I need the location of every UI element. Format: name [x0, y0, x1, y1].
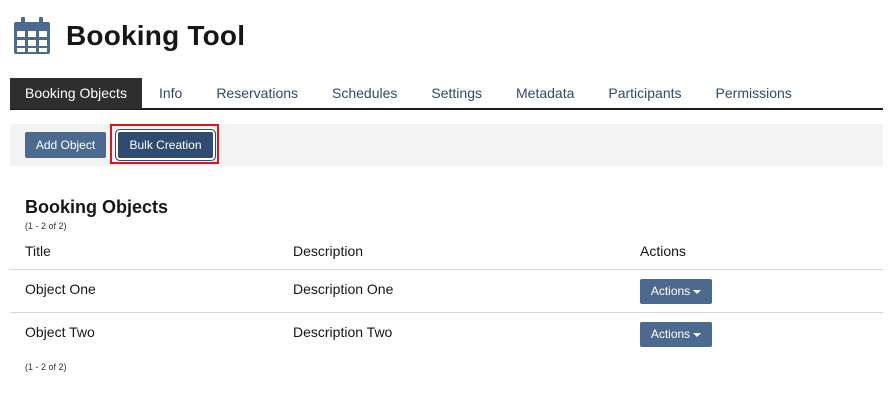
row-description: Description One [293, 281, 394, 297]
table-header-row: Title Description Actions [10, 236, 883, 270]
actions-label: Actions [650, 327, 691, 341]
actions-dropdown-button[interactable]: Actions [640, 279, 712, 304]
column-header-title: Title [25, 243, 51, 259]
tab-schedules[interactable]: Schedules [315, 78, 414, 109]
toolbar: Add Object Bulk Creation [10, 124, 883, 166]
row-title: Object One [25, 281, 96, 297]
result-count-bottom: (1 - 2 of 2) [25, 362, 67, 372]
page-title: Booking Tool [66, 20, 246, 51]
result-count-top: (1 - 2 of 2) [25, 221, 67, 231]
tab-bar: Booking Objects Info Reservations Schedu… [10, 78, 883, 110]
column-header-description: Description [293, 243, 364, 259]
caret-down-icon [693, 332, 702, 337]
caret-down-icon [693, 289, 702, 294]
tab-metadata[interactable]: Metadata [499, 78, 591, 109]
calendar-icon [14, 17, 50, 54]
table-row: Object One Description One Actions [10, 270, 883, 313]
row-description: Description Two [293, 324, 393, 340]
bulk-creation-button[interactable]: Bulk Creation [118, 132, 213, 158]
add-object-button[interactable]: Add Object [25, 132, 106, 158]
actions-label: Actions [650, 284, 691, 298]
tab-settings[interactable]: Settings [414, 78, 499, 109]
column-header-actions: Actions [640, 243, 686, 259]
section-title: Booking Objects [25, 197, 169, 217]
row-title: Object Two [25, 324, 95, 340]
tab-booking-objects[interactable]: Booking Objects [10, 78, 142, 109]
page-header: Booking Tool [12, 14, 245, 58]
tab-permissions[interactable]: Permissions [699, 78, 809, 109]
tab-info[interactable]: Info [142, 78, 199, 109]
tab-reservations[interactable]: Reservations [199, 78, 315, 109]
actions-dropdown-button[interactable]: Actions [640, 322, 712, 347]
table-row: Object Two Description Two Actions [10, 313, 883, 355]
booking-objects-table: Title Description Actions Object One Des… [10, 236, 883, 355]
tab-participants[interactable]: Participants [591, 78, 698, 109]
